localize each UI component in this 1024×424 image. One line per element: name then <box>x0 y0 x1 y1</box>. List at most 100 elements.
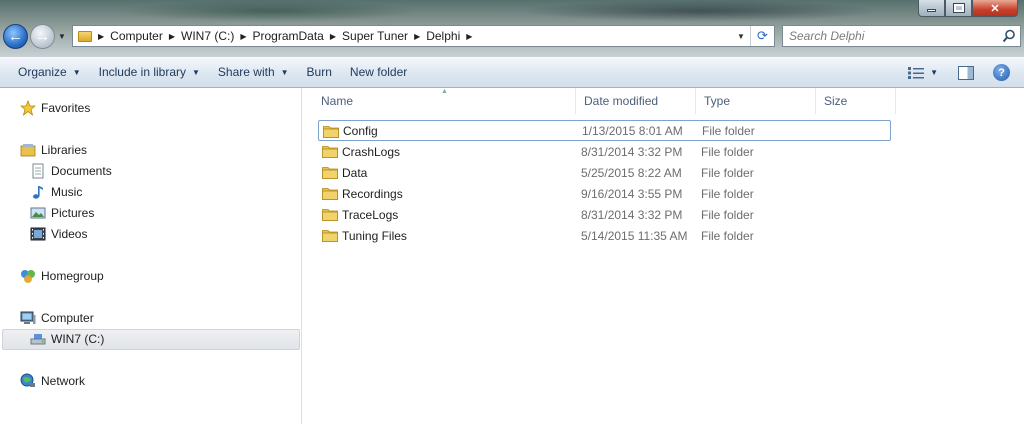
breadcrumb-super-tuner[interactable]: Super Tuner <box>342 29 408 43</box>
file-type: File folder <box>701 165 754 180</box>
nav-item-libraries[interactable]: Libraries <box>20 142 87 158</box>
network-icon <box>20 373 36 389</box>
drive-icon <box>30 331 46 347</box>
new-folder-label: New folder <box>349 65 408 79</box>
nav-item-drive-c[interactable]: WIN7 (C:) <box>30 331 104 347</box>
glass-background <box>120 0 420 22</box>
video-icon <box>30 226 46 242</box>
more-views-dropdown[interactable]: ▼ <box>930 68 938 77</box>
organize-button[interactable]: Organize ▼ <box>9 60 90 84</box>
column-header-label: Type <box>704 94 731 108</box>
breadcrumb-chevron-icon[interactable]: ▶ <box>466 32 472 41</box>
homegroup-icon <box>20 268 36 284</box>
nav-item-label: Documents <box>51 164 112 178</box>
nav-item-homegroup[interactable]: Homegroup <box>20 268 104 284</box>
column-header-type[interactable]: Type <box>696 88 816 114</box>
nav-item-label: WIN7 (C:) <box>51 332 105 346</box>
help-icon[interactable]: ? <box>993 64 1010 81</box>
chevron-down-icon: ▼ <box>72 67 81 77</box>
minimize-icon <box>927 9 936 12</box>
column-header-size[interactable]: Size <box>816 88 896 114</box>
breadcrumb-chevron-icon[interactable]: ▶ <box>169 32 175 41</box>
nav-item-network[interactable]: Network <box>20 373 85 389</box>
file-row[interactable]: Recordings 9/16/2014 3:55 PM File folder <box>318 183 891 204</box>
preview-pane-icon[interactable] <box>958 65 974 80</box>
file-date-modified: 8/31/2014 3:32 PM <box>581 144 683 159</box>
breadcrumb-chevron-icon[interactable]: ▶ <box>98 32 104 41</box>
file-row[interactable]: Data 5/25/2015 8:22 AM File folder <box>318 162 891 183</box>
file-type: File folder <box>701 186 754 201</box>
nav-item-music[interactable]: Music <box>30 184 82 200</box>
file-date-modified: 1/13/2015 8:01 AM <box>582 123 683 138</box>
refresh-button[interactable]: ⟳ <box>750 26 774 46</box>
breadcrumb-drive[interactable]: WIN7 (C:) <box>181 29 234 43</box>
nav-item-videos[interactable]: Videos <box>30 226 87 242</box>
column-header-label: Date modified <box>584 94 659 108</box>
nav-item-documents[interactable]: Documents <box>30 163 112 179</box>
file-date-modified: 9/16/2014 3:55 PM <box>581 186 683 201</box>
recent-pages-dropdown[interactable]: ▼ <box>58 32 66 41</box>
folder-icon <box>322 209 338 221</box>
share-with-button[interactable]: Share with ▼ <box>209 60 298 84</box>
change-view-icon[interactable] <box>908 66 925 79</box>
forward-button[interactable]: → <box>30 24 55 49</box>
file-name: Config <box>343 123 378 138</box>
breadcrumb-programdata[interactable]: ProgramData <box>252 29 323 43</box>
nav-item-label: Music <box>51 185 83 199</box>
file-row[interactable]: CrashLogs 8/31/2014 3:32 PM File folder <box>318 141 891 162</box>
command-bar: Organize ▼ Include in library ▼ Share with… <box>0 57 1024 88</box>
file-row[interactable]: Tuning Files 5/14/2015 11:35 AM File folde… <box>318 225 891 246</box>
maximize-button[interactable] <box>945 0 972 17</box>
column-header-date-modified[interactable]: Date modified <box>576 88 696 114</box>
file-type: File folder <box>701 228 754 243</box>
nav-item-label: Pictures <box>51 206 95 220</box>
nav-item-label: Computer <box>41 311 94 325</box>
include-in-library-label: Include in library <box>98 65 186 79</box>
star-icon <box>20 100 36 116</box>
file-name: Data <box>342 165 368 180</box>
breadcrumb-chevron-icon[interactable]: ▶ <box>330 32 336 41</box>
nav-item-label: Favorites <box>41 101 91 115</box>
file-row[interactable]: TraceLogs 8/31/2014 3:32 PM File folder <box>318 204 891 225</box>
include-in-library-button[interactable]: Include in library ▼ <box>90 60 209 84</box>
file-name: CrashLogs <box>342 144 401 159</box>
nav-item-label: Homegroup <box>41 269 104 283</box>
file-date-modified: 5/25/2015 8:22 AM <box>581 165 682 180</box>
search-box[interactable] <box>782 25 1021 47</box>
nav-item-favorites[interactable]: Favorites <box>20 100 90 116</box>
nav-item-pictures[interactable]: Pictures <box>30 205 94 221</box>
document-icon <box>30 163 46 179</box>
music-icon <box>30 184 46 200</box>
nav-item-label: Network <box>41 374 86 388</box>
breadcrumb-chevron-icon[interactable]: ▶ <box>240 32 246 41</box>
folder-icon <box>322 188 338 200</box>
nav-item-label: Libraries <box>41 143 88 157</box>
minimize-button[interactable] <box>918 0 945 17</box>
breadcrumb-chevron-icon[interactable]: ▶ <box>414 32 420 41</box>
navigation-pane: Favorites Libraries Documents Music Pict… <box>0 88 302 424</box>
search-input[interactable] <box>783 26 993 46</box>
address-dropdown-button[interactable]: ▼ <box>734 26 748 46</box>
arrow-left-icon: ← <box>8 28 23 45</box>
computer-icon <box>20 310 36 326</box>
nav-item-computer[interactable]: Computer <box>20 310 94 326</box>
burn-label: Burn <box>306 65 332 79</box>
file-row[interactable]: Config 1/13/2015 8:01 AM File folder <box>318 120 891 141</box>
burn-button[interactable]: Burn <box>298 60 341 84</box>
file-name: Tuning Files <box>342 228 407 243</box>
column-header-label: Size <box>824 94 848 108</box>
file-date-modified: 8/31/2014 3:32 PM <box>581 207 683 222</box>
breadcrumb-delphi[interactable]: Delphi <box>426 29 460 43</box>
search-icon[interactable] <box>1002 29 1016 43</box>
file-name: TraceLogs <box>342 207 399 222</box>
maximize-icon <box>952 3 965 13</box>
file-list-pane: Name ▲ Date modified Type Size Config 1/1… <box>303 88 1024 424</box>
arrow-right-icon: → <box>35 28 50 45</box>
new-folder-button[interactable]: New folder <box>341 60 416 84</box>
back-button[interactable]: ← <box>3 24 28 49</box>
close-button[interactable]: ✕ <box>972 0 1018 17</box>
chevron-down-icon: ▼ <box>192 67 200 77</box>
breadcrumb-computer[interactable]: Computer <box>110 29 163 43</box>
organize-label: Organize <box>18 65 67 79</box>
address-bar[interactable]: ▶ Computer ▶ WIN7 (C:) ▶ ProgramData ▶ S… <box>72 25 775 47</box>
